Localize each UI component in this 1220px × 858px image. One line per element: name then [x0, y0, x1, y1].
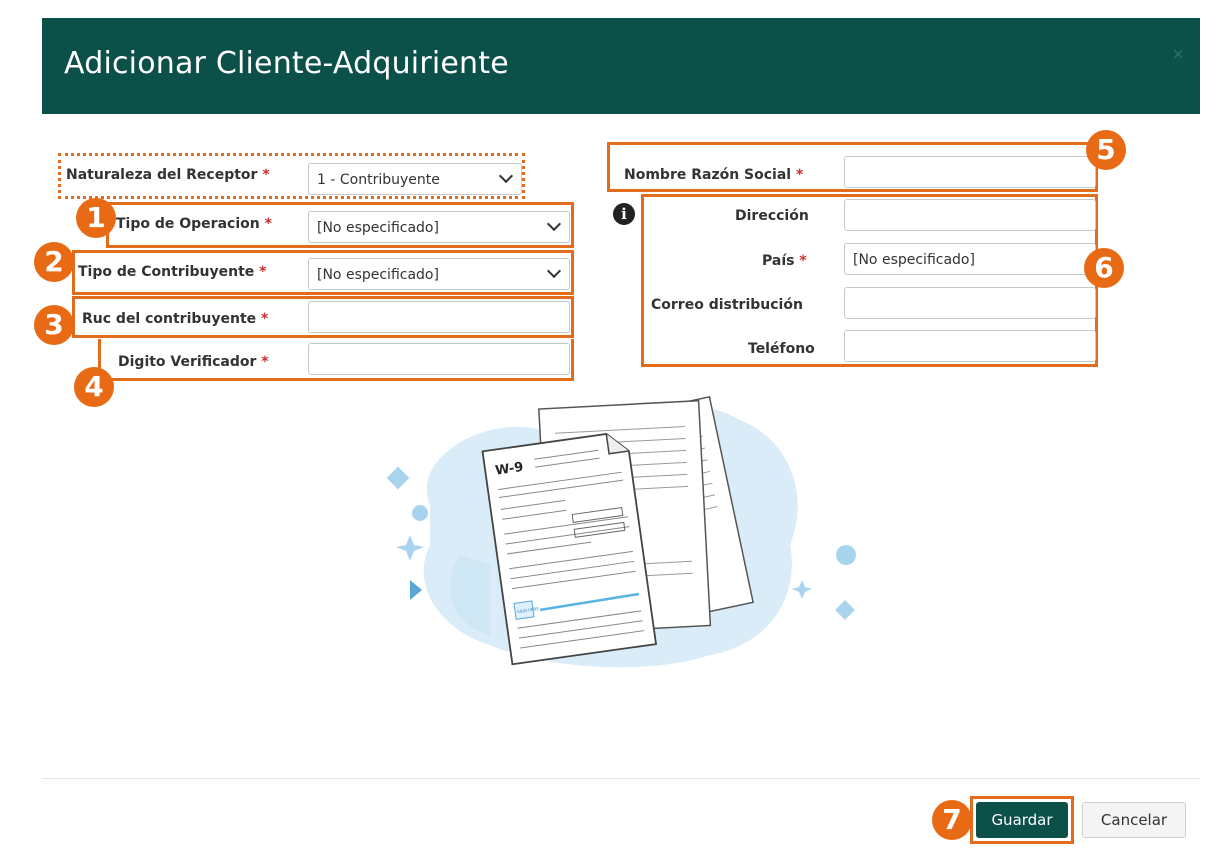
tipo-operacion-label: Tipo de Operacion * — [116, 216, 272, 232]
naturaleza-select[interactable]: 1 - Contribuyente — [308, 163, 522, 195]
badge-3: 3 — [34, 305, 74, 345]
badge-1: 1 — [76, 198, 116, 238]
pais-select[interactable]: [No especificado] — [844, 243, 1096, 275]
naturaleza-label: Naturaleza del Receptor * — [66, 167, 270, 183]
diamond-shape — [386, 466, 410, 490]
star-shape — [792, 580, 812, 599]
digito-input[interactable] — [308, 343, 570, 375]
badge-5: 5 — [1086, 130, 1126, 170]
star-shape — [396, 535, 424, 561]
document-illustration: W-9 SIGN HERE — [386, 396, 856, 668]
chevron-down-icon — [546, 263, 562, 279]
chevron-down-icon — [498, 168, 514, 184]
correo-input[interactable] — [844, 287, 1096, 319]
triangle-shape — [410, 580, 422, 600]
dialog-header: Adicionar Cliente-Adquiriente × — [42, 18, 1200, 114]
pais-label: País * — [762, 253, 807, 269]
direccion-label: Dirección — [735, 208, 809, 224]
tipo-contribuyente-select[interactable]: [No especificado] — [308, 258, 570, 290]
ruc-label: Ruc del contribuyente * — [82, 311, 269, 327]
diamond-shape — [835, 600, 855, 620]
close-icon[interactable]: × — [1172, 44, 1184, 67]
tipo-operacion-select[interactable]: [No especificado] — [308, 211, 570, 243]
w9-form-page: W-9 SIGN HERE — [481, 433, 658, 666]
telefono-label: Teléfono — [748, 341, 815, 357]
ruc-input[interactable] — [308, 301, 570, 333]
dialog-title: Adicionar Cliente-Adquiriente — [64, 46, 509, 81]
tipo-contribuyente-label: Tipo de Contribuyente * — [78, 264, 267, 280]
digito-label: Digito Verificador * — [118, 354, 269, 370]
info-icon[interactable]: i — [613, 203, 635, 225]
footer-divider — [42, 778, 1200, 779]
badge-6: 6 — [1084, 248, 1124, 288]
direccion-input[interactable] — [844, 199, 1096, 231]
save-button[interactable]: Guardar — [976, 802, 1068, 838]
chevron-down-icon — [546, 216, 562, 232]
nombre-label: Nombre Razón Social * — [624, 167, 804, 183]
badge-2: 2 — [34, 242, 74, 282]
telefono-input[interactable] — [844, 330, 1096, 362]
dot-shape — [836, 545, 856, 565]
correo-label: Correo distribución — [651, 297, 803, 313]
badge-7: 7 — [932, 800, 972, 840]
nombre-input[interactable] — [844, 156, 1096, 188]
cancel-button[interactable]: Cancelar — [1082, 802, 1186, 838]
dot-shape — [412, 505, 428, 521]
badge-4: 4 — [74, 367, 114, 407]
